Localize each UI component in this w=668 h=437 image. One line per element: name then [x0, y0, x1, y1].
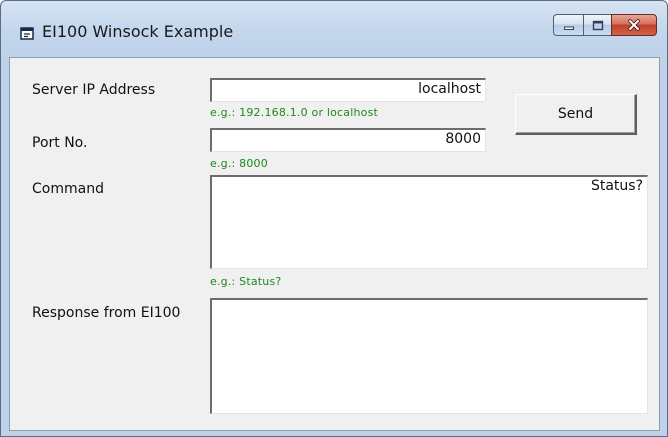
title-bar[interactable]: EI100 Winsock Example	[1, 1, 667, 57]
app-window: EI100 Winsock Example Server IP Address …	[0, 0, 668, 437]
close-button[interactable]	[611, 14, 657, 36]
maximize-icon	[592, 16, 604, 35]
caption-buttons	[553, 14, 657, 36]
server-ip-label: Server IP Address	[32, 82, 156, 98]
window-app-icon[interactable]	[20, 25, 34, 40]
window-title: EI100 Winsock Example	[42, 22, 234, 41]
maximize-button[interactable]	[583, 14, 611, 36]
minimize-button[interactable]	[553, 14, 583, 36]
send-button[interactable]: Send	[515, 94, 637, 135]
server-ip-input[interactable]: localhost	[210, 78, 486, 102]
response-label: Response from EI100	[32, 305, 181, 321]
minimize-icon	[563, 16, 575, 35]
port-input[interactable]: 8000	[210, 128, 486, 152]
port-hint: e.g.: 8000	[210, 157, 268, 170]
response-textarea[interactable]	[210, 298, 648, 414]
form-client-area: Server IP Address localhost e.g.: 192.16…	[9, 57, 660, 431]
command-label: Command	[32, 181, 104, 197]
command-hint: e.g.: Status?	[210, 275, 282, 288]
close-icon	[627, 16, 641, 35]
port-label: Port No.	[32, 135, 88, 151]
server-ip-hint: e.g.: 192.168.1.0 or localhost	[210, 106, 379, 119]
command-textarea[interactable]: Status?	[210, 175, 648, 269]
